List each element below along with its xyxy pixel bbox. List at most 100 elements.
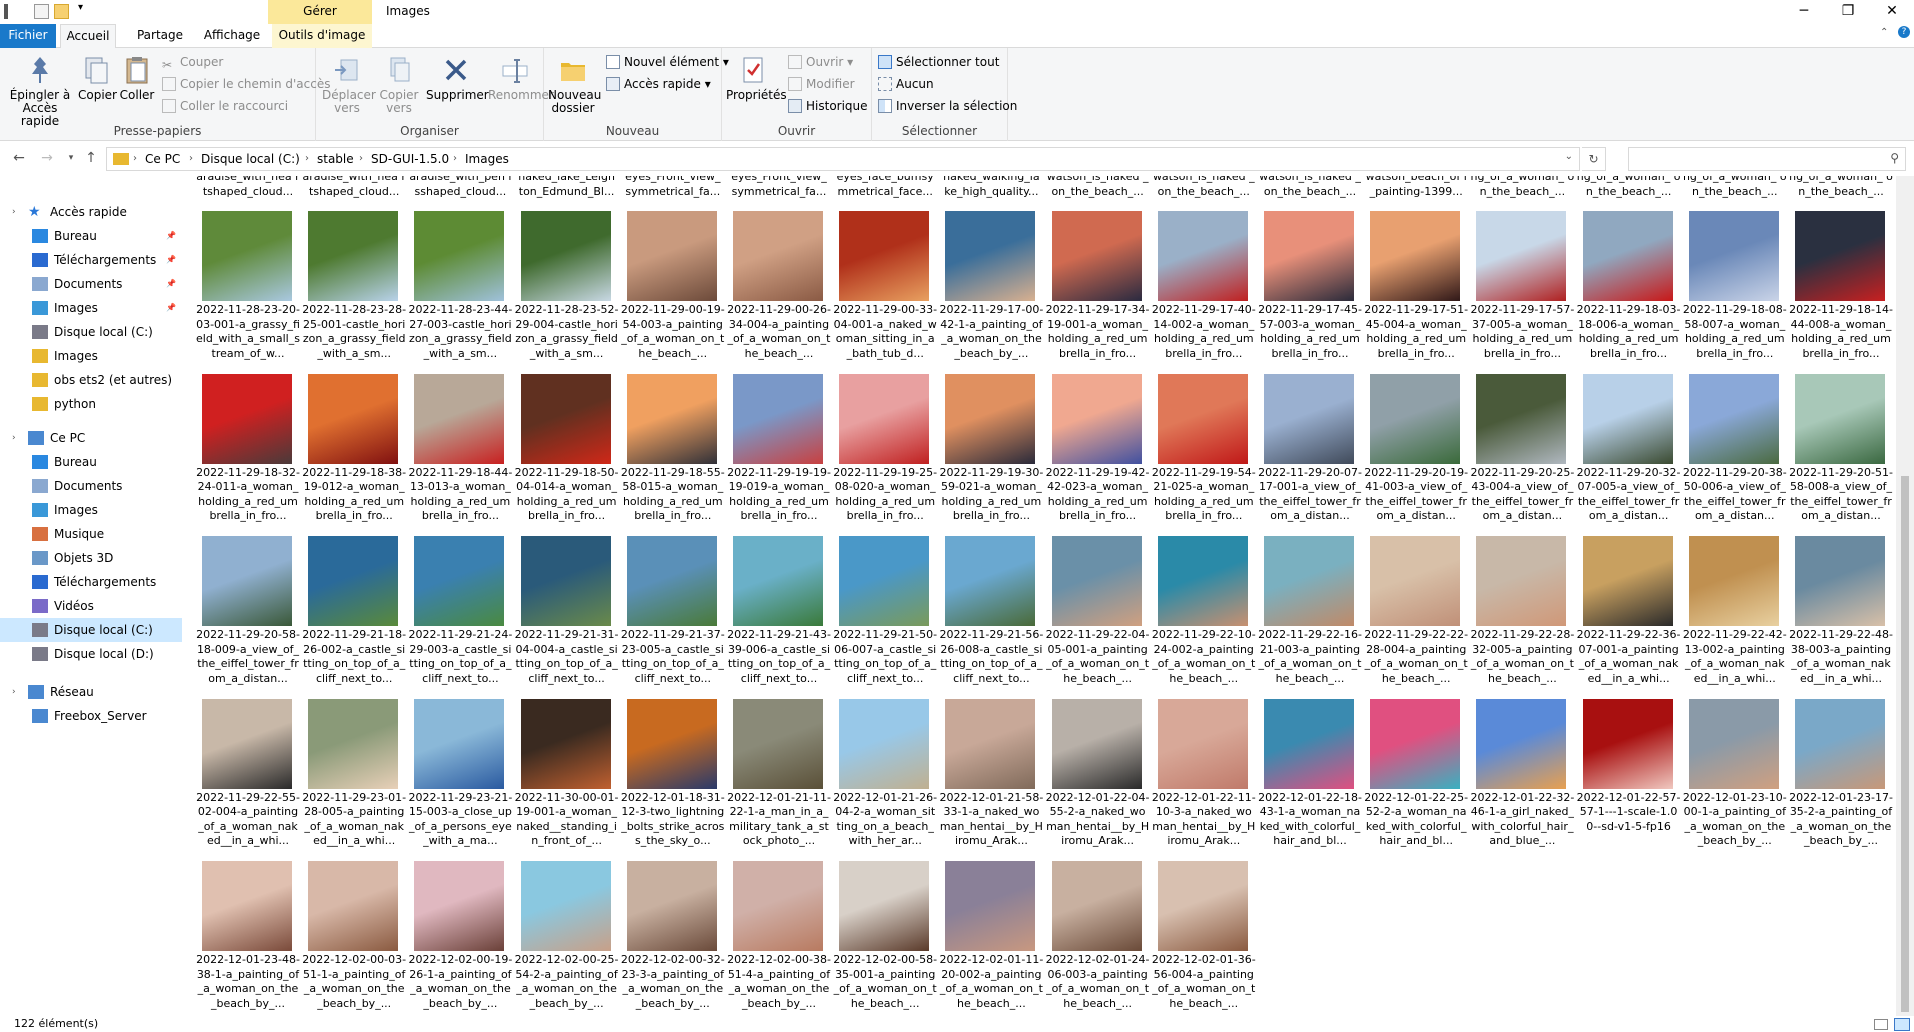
- properties-quick-icon[interactable]: [34, 4, 49, 19]
- nav-pc-item[interactable]: Bureau: [0, 450, 182, 474]
- file-item-partial[interactable]: aradise_with_nea rtshaped_cloud...: [302, 176, 406, 202]
- file-item[interactable]: 2022-11-29-21-18-26-002-a_castle_sitting…: [302, 536, 406, 698]
- file-item[interactable]: 2022-11-29-18-50-04-014-a_woman_holding_…: [515, 373, 619, 536]
- expand-chevron-icon[interactable]: ›: [12, 200, 16, 224]
- system-menu-icon[interactable]: [4, 4, 8, 19]
- forward-arrow-icon[interactable]: →: [36, 147, 58, 171]
- file-item[interactable]: 2022-12-01-18-31-12-3-two_lightning_bolt…: [621, 698, 725, 861]
- new-folder-quick-icon[interactable]: [54, 4, 69, 19]
- file-item[interactable]: 2022-11-29-00-26-34-004-a_painting_of_a_…: [727, 211, 831, 373]
- file-item[interactable]: 2022-12-02-00-25-54-2-a_painting_of_a_wo…: [515, 861, 619, 1016]
- file-item[interactable]: 2022-12-01-21-11-22-1-a_man_in_a_militar…: [727, 698, 831, 861]
- back-arrow-icon[interactable]: ←: [8, 147, 30, 171]
- file-item[interactable]: 2022-12-02-00-19-26-1-a_painting_of_a_wo…: [408, 861, 512, 1016]
- file-item-partial[interactable]: aradise_with_pen isshaped_cloud...: [408, 176, 512, 202]
- file-item[interactable]: 2022-11-29-21-37-23-005-a_castle_sitting…: [621, 536, 725, 698]
- edit-button[interactable]: Modifier: [788, 74, 855, 94]
- manage-context-tab[interactable]: Gérer: [268, 0, 372, 24]
- nav-quick-item[interactable]: Images 📌: [0, 296, 182, 320]
- breadcrumb-images[interactable]: Images: [465, 148, 509, 170]
- file-item[interactable]: 2022-11-29-19-19-19-019-a_woman_holding_…: [727, 373, 831, 536]
- file-item[interactable]: 2022-11-29-21-43-39-006-a_castle_sitting…: [727, 536, 831, 698]
- breadcrumb-sd-gui[interactable]: SD-GUI-1.5.0: [371, 148, 449, 170]
- paste-button[interactable]: Coller: [118, 54, 156, 102]
- nav-quick-item[interactable]: Disque local (C:): [0, 320, 182, 344]
- collapse-ribbon-icon[interactable]: ⌃: [1880, 27, 1888, 38]
- file-item[interactable]: 2022-11-29-20-07-17-001-a_view_of_the_ei…: [1258, 373, 1362, 536]
- file-item[interactable]: 2022-11-29-22-16-21-003-a_painting_of_a_…: [1258, 536, 1362, 698]
- large-icons-view-icon[interactable]: [1894, 1018, 1910, 1031]
- address-bar[interactable]: › Ce PC › Disque local (C:) › stable › S…: [106, 147, 1580, 171]
- file-item[interactable]: 2022-11-28-23-28-25-001-castle_horizon_a…: [302, 211, 406, 373]
- properties-button[interactable]: Propriétés: [726, 54, 787, 102]
- breadcrumb-this-pc[interactable]: Ce PC: [145, 148, 180, 170]
- file-item[interactable]: 2022-11-29-18-55-58-015-a_woman_holding_…: [621, 373, 725, 536]
- rename-button[interactable]: Renommer: [488, 54, 554, 102]
- history-button[interactable]: Historique: [788, 96, 868, 116]
- move-to-button[interactable]: Déplacer vers: [322, 54, 376, 115]
- file-item-partial[interactable]: watson_is_naked _on_the_beach_...: [1258, 176, 1362, 202]
- file-item[interactable]: 2022-12-01-22-57-57-1---1-scale-1.00--sd…: [1577, 698, 1681, 861]
- recent-locations-icon[interactable]: ▾: [60, 147, 82, 171]
- file-item[interactable]: 2022-11-29-20-51-58-008-a_view_of_the_ei…: [1789, 373, 1893, 536]
- file-item[interactable]: 2022-12-02-01-11-20-002-a_painting_of_a_…: [939, 861, 1043, 1016]
- breadcrumb-stable[interactable]: stable: [317, 148, 354, 170]
- nav-this-pc[interactable]: › Ce PC: [0, 426, 182, 450]
- file-item-partial[interactable]: naked_walking_la ke_high_quality...: [939, 176, 1043, 202]
- file-item[interactable]: 2022-11-29-19-54-21-025-a_woman_holding_…: [1152, 373, 1256, 536]
- tab-file[interactable]: Fichier: [0, 24, 56, 48]
- file-item[interactable]: 2022-11-29-17-45-57-003-a_woman_holding_…: [1258, 211, 1362, 373]
- paste-shortcut-button[interactable]: Coller le raccourci: [162, 96, 288, 116]
- file-item[interactable]: 2022-11-28-23-52-29-004-castle_horizon_a…: [515, 211, 619, 373]
- file-item[interactable]: 2022-12-01-23-17-35-2-a_painting_of_a_wo…: [1789, 698, 1893, 861]
- file-item[interactable]: 2022-11-29-18-03-18-006-a_woman_holding_…: [1577, 211, 1681, 373]
- quick-access-dropdown-icon[interactable]: ▾: [78, 2, 83, 13]
- file-item[interactable]: 2022-11-29-17-00-42-1-a_painting_of_a_wo…: [939, 211, 1043, 373]
- open-button[interactable]: Ouvrir ▾: [788, 52, 853, 72]
- file-item[interactable]: 2022-11-30-00-01-19-001-a_woman_naked__s…: [515, 698, 619, 861]
- select-all-button[interactable]: Sélectionner tout: [878, 52, 999, 72]
- nav-pc-item[interactable]: Disque local (C:): [0, 618, 182, 642]
- address-dropdown-icon[interactable]: ⌄: [1565, 151, 1573, 162]
- file-item-partial[interactable]: ng_of_a_woman_ on_the_beach_...: [1470, 176, 1575, 202]
- new-folder-button[interactable]: Nouveau dossier: [548, 54, 601, 115]
- file-item[interactable]: 2022-11-29-18-14-44-008-a_woman_holding_…: [1789, 211, 1893, 373]
- file-item[interactable]: 2022-11-29-20-58-18-009-a_view_of_the_ei…: [196, 536, 300, 698]
- tab-image-tools[interactable]: Outils d'image: [272, 24, 372, 48]
- file-item[interactable]: 2022-11-29-22-55-02-004-a_painting_of_a_…: [196, 698, 300, 861]
- close-icon[interactable]: ✕: [1870, 0, 1914, 24]
- nav-pc-item[interactable]: Disque local (D:): [0, 642, 182, 666]
- file-item[interactable]: 2022-11-29-21-31-04-004-a_castle_sitting…: [515, 536, 619, 698]
- file-item[interactable]: 2022-11-29-17-57-37-005-a_woman_holding_…: [1470, 211, 1574, 373]
- file-item[interactable]: 2022-11-29-22-10-24-002-a_painting_of_a_…: [1152, 536, 1256, 698]
- file-item[interactable]: 2022-11-29-18-44-13-013-a_woman_holding_…: [408, 373, 512, 536]
- select-none-button[interactable]: Aucun: [878, 74, 934, 94]
- restore-icon[interactable]: ❐: [1826, 0, 1870, 24]
- pinned-icon[interactable]: 📌: [166, 248, 176, 272]
- file-item[interactable]: 2022-12-01-23-48-38-1-a_painting_of_a_wo…: [196, 861, 300, 1016]
- file-item[interactable]: 2022-11-29-22-48-38-003-a_painting_of_a_…: [1789, 536, 1893, 698]
- nav-network-item[interactable]: Freebox_Server: [0, 704, 182, 728]
- nav-quick-item[interactable]: Téléchargements 📌: [0, 248, 182, 272]
- nav-pc-item[interactable]: Téléchargements: [0, 570, 182, 594]
- file-item[interactable]: 2022-11-29-20-38-50-006-a_view_of_the_ei…: [1683, 373, 1787, 536]
- file-item[interactable]: 2022-12-01-22-25-52-2-a_woman_naked_with…: [1364, 698, 1468, 861]
- cut-button[interactable]: ✂ Couper: [162, 52, 223, 72]
- nav-quick-access[interactable]: › ★ Accès rapide: [0, 200, 182, 224]
- file-item[interactable]: 2022-11-28-23-20-03-001-a_grassy_field_w…: [196, 211, 300, 373]
- file-item[interactable]: 2022-11-29-18-38-19-012-a_woman_holding_…: [302, 373, 406, 536]
- file-item[interactable]: 2022-12-01-23-10-00-1-a_painting_of_a_wo…: [1683, 698, 1787, 861]
- search-input[interactable]: ⚲: [1628, 147, 1906, 171]
- file-item[interactable]: 2022-11-29-00-33-04-001-a_naked_woman_si…: [833, 211, 937, 373]
- file-item[interactable]: 2022-12-02-00-03-51-1-a_painting_of_a_wo…: [302, 861, 406, 1016]
- help-icon[interactable]: ?: [1898, 26, 1910, 38]
- copy-button[interactable]: Copier: [78, 54, 117, 102]
- file-item[interactable]: 2022-11-29-19-42-42-023-a_woman_holding_…: [1046, 373, 1150, 536]
- file-item-partial[interactable]: watson_beach_of l_painting-1399...: [1364, 176, 1468, 202]
- pinned-icon[interactable]: 📌: [166, 224, 176, 248]
- file-item[interactable]: 2022-11-29-20-19-41-003-a_view_of_the_ei…: [1364, 373, 1468, 536]
- file-item[interactable]: 2022-12-02-00-32-23-3-a_painting_of_a_wo…: [621, 861, 725, 1016]
- file-item-partial[interactable]: ng_of_a_woman_ on_the_beach_...: [1683, 176, 1787, 202]
- file-item-partial[interactable]: eyes_face_bumsy mmetrical_face...: [833, 176, 937, 202]
- file-item[interactable]: 2022-12-02-00-58-35-001-a_painting_of_a_…: [833, 861, 937, 1016]
